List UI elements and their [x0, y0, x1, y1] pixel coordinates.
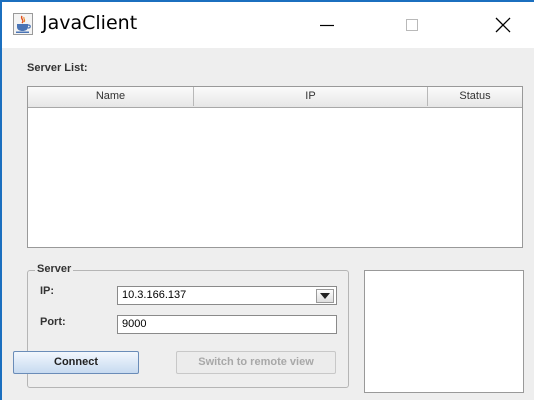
column-header-ip[interactable]: IP [194, 87, 428, 106]
server-list-label: Server List: [27, 62, 88, 74]
java-cup-icon [13, 13, 33, 35]
ip-label: IP: [40, 285, 55, 297]
window-title: JavaClient [42, 12, 138, 34]
port-label: Port: [40, 316, 66, 328]
maximize-icon [406, 19, 418, 31]
minimize-icon [320, 24, 334, 27]
column-header-name[interactable]: Name [28, 87, 194, 106]
content-pane: Server List: Name IP Status Server IP: 1… [2, 48, 534, 400]
minimize-button[interactable] [298, 2, 356, 48]
port-field[interactable]: 9000 [117, 315, 337, 334]
maximize-button[interactable] [383, 2, 441, 48]
column-header-status[interactable]: Status [428, 87, 522, 106]
ip-combobox[interactable]: 10.3.166.137 [117, 286, 337, 305]
close-icon [495, 17, 511, 33]
title-bar[interactable]: JavaClient [2, 2, 534, 48]
switch-to-remote-view-button[interactable]: Switch to remote view [176, 351, 336, 374]
server-group-title: Server [35, 263, 74, 275]
server-list-table[interactable]: Name IP Status [27, 86, 523, 248]
ip-dropdown-button[interactable] [316, 289, 334, 303]
port-value: 9000 [122, 318, 147, 330]
connect-button[interactable]: Connect [13, 351, 139, 374]
chevron-down-icon [320, 293, 330, 299]
ip-value: 10.3.166.137 [122, 289, 187, 301]
close-button[interactable] [474, 2, 532, 48]
table-header: Name IP Status [28, 87, 522, 108]
app-window: JavaClient Server List: Name IP Status S… [0, 0, 534, 400]
info-panel [364, 270, 524, 393]
